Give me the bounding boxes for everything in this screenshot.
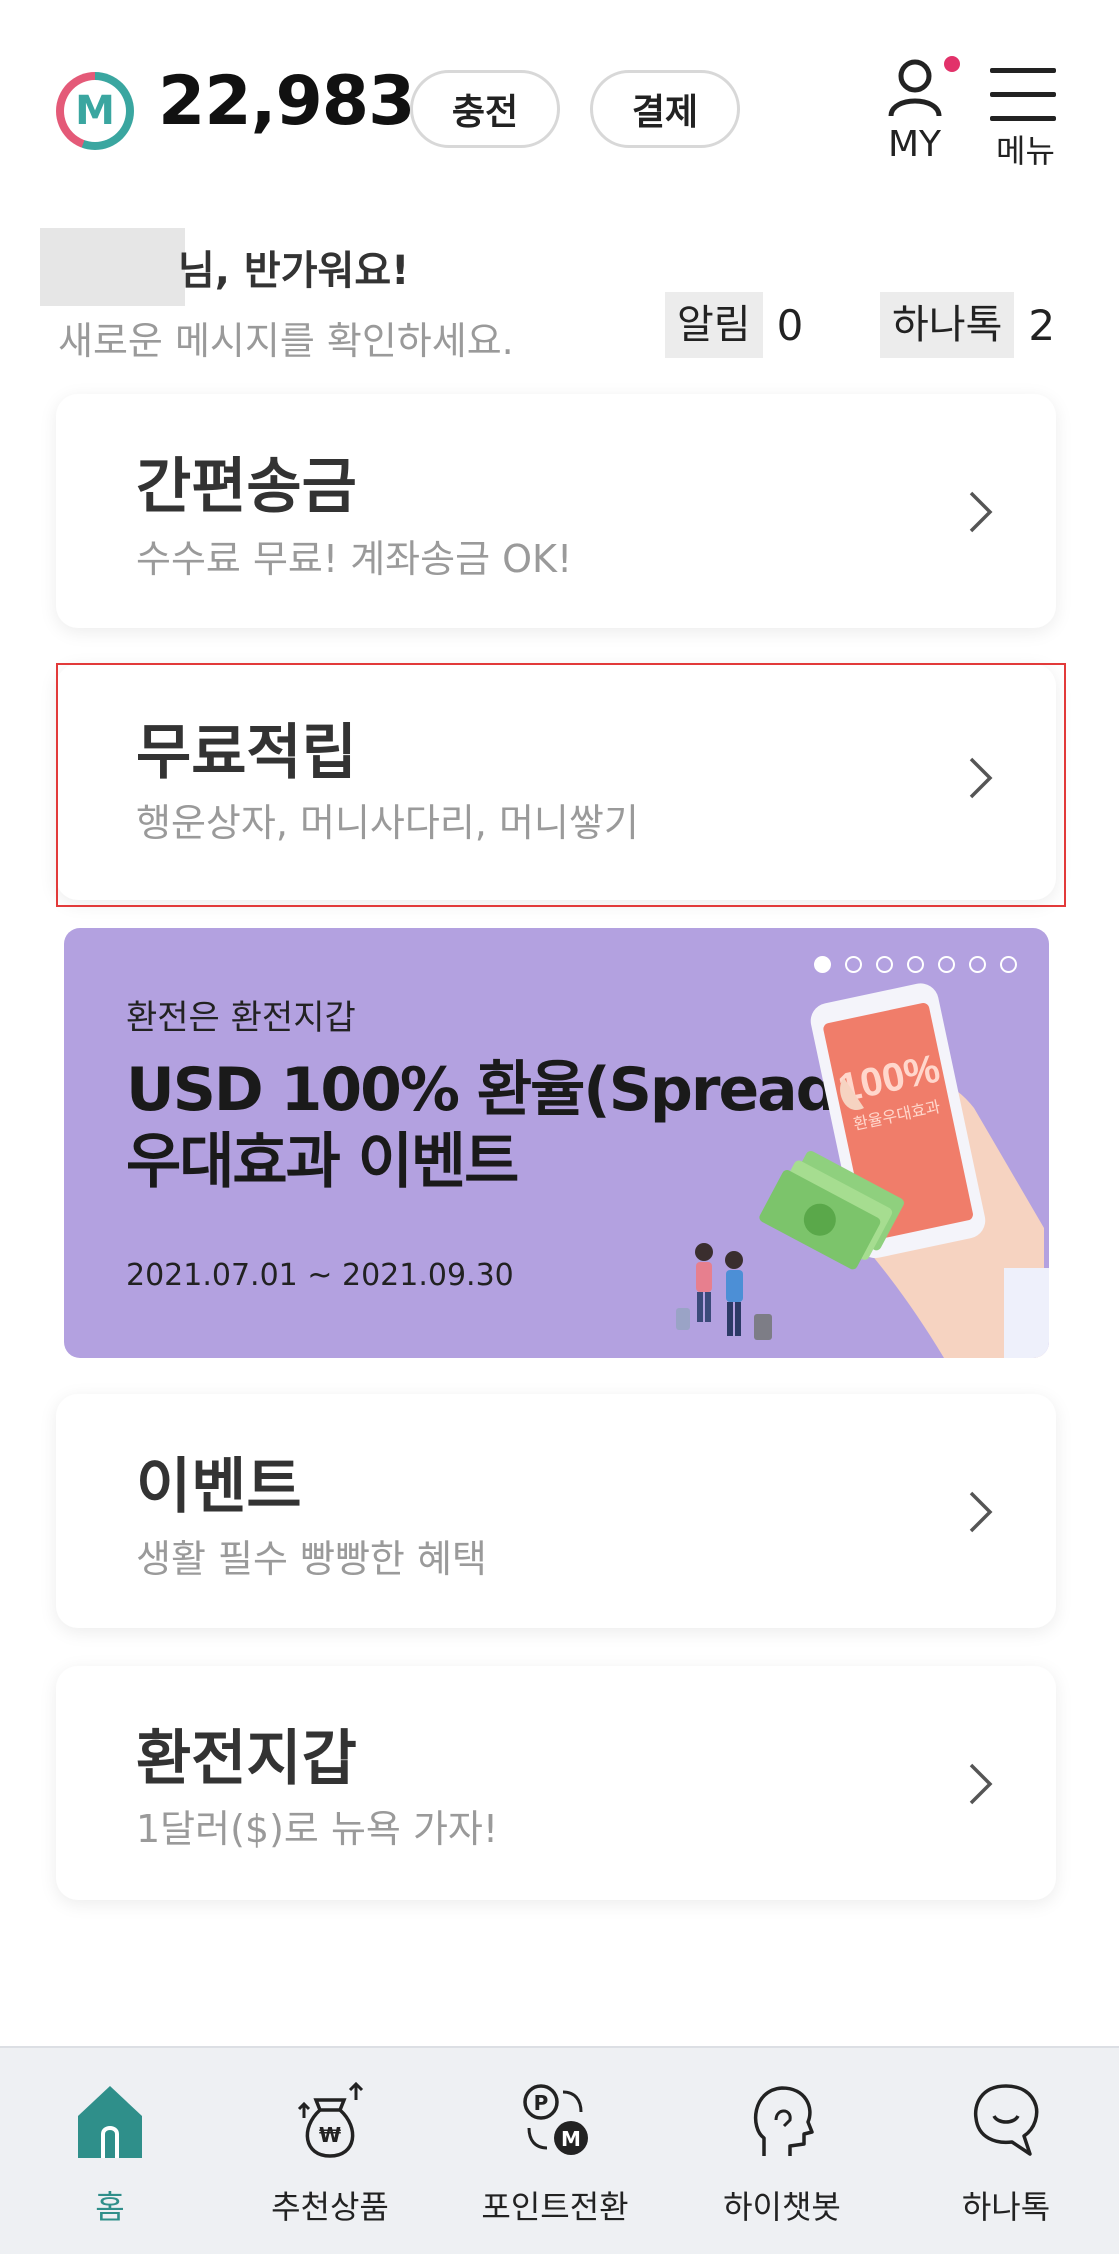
top-header: M 22,983 충전 결제 MY 메뉴 [0,0,1119,210]
card-subtitle: 1달러($)로 뉴욕 가자! [136,1807,499,1851]
home-icon [78,2086,142,2158]
point-exchange-icon: P M [523,2084,588,2155]
tab-label: 추천상품 [271,2188,389,2226]
svg-text:P: P [534,2091,549,2115]
chat-bubble-icon [973,2084,1039,2156]
card-easy-transfer[interactable]: 간편송금 수수료 무료! 계좌송금 OK! [56,394,1056,628]
tab-point-exchange[interactable]: P M 포인트전환 [445,2048,665,2254]
alarm-button[interactable]: 알림 0 [665,292,803,358]
travelers-illustration [676,1243,772,1340]
user-icon [888,59,942,117]
card-title: 이벤트 [136,1452,302,1522]
hanatalk-label: 하나톡 [880,292,1015,358]
tab-chatbot[interactable]: 하이챗봇 [672,2048,892,2254]
tab-label: 하이챗봇 [723,2188,841,2226]
alarm-label: 알림 [665,292,763,358]
tab-label: 하나톡 [961,2188,1051,2226]
card-exchange-wallet[interactable]: 환전지갑 1달러($)로 뉴욕 가자! [56,1666,1056,1900]
svg-text:₩: ₩ [319,2123,341,2147]
money-logo-icon: M [56,72,134,150]
pay-button[interactable]: 결제 [590,70,740,148]
money-bag-icon: ₩ [297,2081,364,2158]
hanatalk-button[interactable]: 하나톡 2 [880,292,1055,358]
hamburger-icon [990,68,1056,73]
hanatalk-count: 2 [1028,300,1056,350]
promo-banner[interactable]: 환전은 환전지갑 USD 100% 환율(Spread) 우대효과 이벤트 20… [64,928,1049,1358]
tab-label: 포인트전환 [481,2188,629,2226]
chevron-right-icon [969,491,993,533]
card-event[interactable]: 이벤트 생활 필수 빵빵한 혜택 [56,1394,1056,1628]
tab-label: 홈 [95,2188,125,2226]
banner-illustration: 100% 환율우대효과 [676,983,1049,1358]
card-subtitle: 생활 필수 빵빵한 혜택 [136,1537,487,1581]
tab-home[interactable]: 홈 [0,2048,220,2254]
card-title: 간편송금 [136,452,357,522]
card-subtitle: 수수료 무료! 계좌송금 OK! [136,537,573,581]
selection-highlight [56,663,1066,907]
notification-dot [944,56,960,72]
greeting-text: 님, 반가워요! [178,248,410,294]
alarm-count: 0 [776,300,804,350]
points-balance[interactable]: 22,983 [158,62,415,141]
my-label: MY [888,124,942,165]
charge-button[interactable]: 충전 [410,70,560,148]
chatbot-head-icon [753,2086,814,2156]
menu-label: 메뉴 [996,132,1055,170]
card-title: 환전지갑 [136,1724,357,1794]
chevron-right-icon [969,1491,993,1533]
bottom-tab-bar: 홈 ₩ 추천상품 P M 포인트전환 하이챗봇 하나톡 [0,2046,1119,2254]
svg-text:M: M [561,2127,581,2151]
banner-period: 2021.07.01 ~ 2021.09.30 [126,1258,514,1293]
banner-small-text: 환전은 환전지갑 [126,998,356,1038]
user-name-redacted [40,228,185,306]
tab-hanatalk[interactable]: 하나톡 [896,2048,1116,2254]
tab-recommended[interactable]: ₩ 추천상품 [220,2048,440,2254]
chevron-right-icon [969,1763,993,1805]
greeting-message: 새로운 메시지를 확인하세요. [58,319,514,363]
